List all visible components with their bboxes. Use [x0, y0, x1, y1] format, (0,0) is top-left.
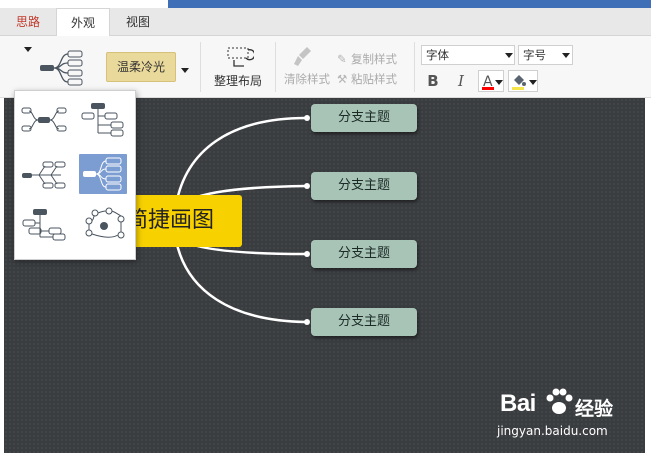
layout-logic-right-icon [83, 157, 122, 191]
layout-picker-popup [14, 90, 136, 260]
watermark-url: jingyan.baidu.com [497, 424, 608, 438]
layout-option-mindmap-icon[interactable] [21, 101, 67, 139]
layout-option-radial-icon[interactable] [81, 207, 127, 245]
branch-topic-4[interactable]: 分支主题 [311, 308, 417, 336]
branch-topic-2[interactable]: 分支主题 [311, 172, 417, 200]
layout-option-org-down-icon[interactable] [21, 207, 67, 245]
layout-option-fishbone-icon[interactable] [21, 156, 67, 194]
baidu-logo: Bai [500, 390, 536, 417]
layout-option-org-right-icon[interactable] [81, 101, 127, 139]
layout-option-logic-right[interactable] [79, 154, 127, 194]
watermark-suffix: 经验 [575, 398, 614, 420]
branch-topic-3[interactable]: 分支主题 [311, 240, 417, 268]
paw-icon [546, 388, 573, 414]
branch-topic-1[interactable]: 分支主题 [311, 104, 417, 132]
